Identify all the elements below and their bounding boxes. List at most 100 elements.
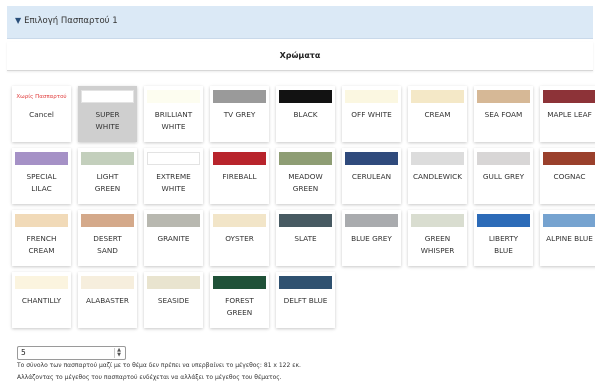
color-swatch [543, 214, 595, 227]
color-name-line1: OYSTER [225, 234, 254, 243]
color-tile[interactable]: SEASIDE [144, 272, 203, 328]
color-name-line2: WHITE [161, 184, 186, 193]
color-tile[interactable]: COGNAC [540, 148, 595, 204]
color-name: BRILLIANT WHITE [144, 109, 203, 133]
color-name: ALPINE BLUE [540, 233, 595, 245]
color-tile[interactable]: GULL GREY [474, 148, 533, 204]
color-name-line2: GREEN [226, 308, 253, 317]
color-tile[interactable]: OFF WHITE [342, 86, 401, 142]
color-name: LIGHT GREEN [78, 171, 137, 195]
color-name-line1: SLATE [294, 234, 317, 243]
color-tile[interactable]: TV GREY [210, 86, 269, 142]
color-tile[interactable]: DELFT BLUE [276, 272, 335, 328]
color-swatch [147, 152, 200, 165]
color-name-line1: BLUE GREY [351, 234, 392, 243]
accordion-title: ▼ Επιλογή Πασπαρτού 1 [15, 16, 118, 26]
color-name-line1: GULL GREY [482, 172, 525, 181]
color-tile[interactable]: LIGHT GREEN [78, 148, 137, 204]
color-swatch [15, 276, 68, 289]
color-name-line1: LIGHT [96, 172, 119, 181]
quantity-stepper[interactable]: 5 ▲ ▼ [17, 346, 126, 360]
color-tile[interactable]: CHANTILLY [12, 272, 71, 328]
color-name: LIBERTY BLUE [474, 233, 533, 257]
color-name-line1: CANDLEWICK [412, 172, 463, 181]
color-tile[interactable]: FRENCH CREAM [12, 210, 71, 266]
color-tile[interactable]: GRANITE [144, 210, 203, 266]
color-tile[interactable]: GREEN WHISPER [408, 210, 467, 266]
color-tile[interactable]: MAPLE LEAF [540, 86, 595, 142]
color-swatch [279, 90, 332, 103]
size-change-note: Αλλάζοντας το μέγεθος του πασπαρτού ενδέ… [17, 374, 282, 381]
color-name: FRENCH CREAM [12, 233, 71, 257]
color-tile[interactable]: CERULEAN [342, 148, 401, 204]
color-swatch [147, 90, 200, 103]
color-tile[interactable]: BLACK [276, 86, 335, 142]
color-tile[interactable]: BRILLIANT WHITE [144, 86, 203, 142]
color-name-line1: EXTREME [156, 172, 191, 181]
color-name: DESERT SAND [78, 233, 137, 257]
color-name-line1: BLACK [293, 110, 318, 119]
color-tile[interactable]: SPECIAL LILAC [12, 148, 71, 204]
color-name-line1: BRILLIANT [154, 110, 193, 119]
color-name: GULL GREY [474, 171, 533, 183]
color-name-line1: SEA FOAM [484, 110, 523, 119]
color-name-line1: MAPLE LEAF [547, 110, 592, 119]
color-tile[interactable]: DESERT SAND [78, 210, 137, 266]
color-name: BLUE GREY [342, 233, 401, 245]
color-tile[interactable]: FOREST GREEN [210, 272, 269, 328]
section-title: Χρώματα [7, 42, 593, 71]
color-swatch [345, 152, 398, 165]
color-swatch [213, 152, 266, 165]
color-name-line1: DESERT [93, 234, 122, 243]
color-name: BLACK [276, 109, 335, 121]
color-name-line2: GREEN [94, 184, 121, 193]
color-tile[interactable]: CREAM [408, 86, 467, 142]
color-name-line1: ALPINE BLUE [546, 234, 593, 243]
color-name-line1: MEADOW [288, 172, 323, 181]
color-tile[interactable]: ALPINE BLUE [540, 210, 595, 266]
chevron-down-icon: ▼ [15, 16, 22, 25]
color-swatch [15, 214, 68, 227]
color-swatch [543, 152, 595, 165]
color-name-line2: GREEN [292, 184, 319, 193]
color-name: CERULEAN [342, 171, 401, 183]
color-tile[interactable]: OYSTER [210, 210, 269, 266]
color-swatch [279, 152, 332, 165]
color-swatch [147, 214, 200, 227]
color-tile[interactable]: BLUE GREY [342, 210, 401, 266]
color-name: Cancel [12, 109, 71, 121]
color-name: MAPLE LEAF [540, 109, 595, 121]
spinner-arrows-icon[interactable]: ▲ ▼ [114, 348, 123, 358]
color-swatch [81, 90, 134, 103]
color-swatch [345, 90, 398, 103]
accordion-header[interactable]: ▼ Επιλογή Πασπαρτού 1 [7, 6, 593, 39]
color-tile[interactable]: SEA FOAM [474, 86, 533, 142]
color-swatch [411, 214, 464, 227]
color-name-line1: SUPER [95, 110, 120, 119]
color-tile[interactable]: SLATE [276, 210, 335, 266]
color-name: SLATE [276, 233, 335, 245]
color-tile[interactable]: FIREBALL [210, 148, 269, 204]
color-name: SPECIAL LILAC [12, 171, 71, 195]
color-name: SEASIDE [144, 295, 203, 307]
color-name-line1: COGNAC [553, 172, 586, 181]
color-name: OYSTER [210, 233, 269, 245]
color-name-line1: CERULEAN [351, 172, 392, 181]
color-name-line1: CHANTILLY [21, 296, 62, 305]
color-tile[interactable]: MEADOW GREEN [276, 148, 335, 204]
color-swatch [81, 152, 134, 165]
color-name-line1: GREEN [424, 234, 451, 243]
color-name-line1: LIBERTY [488, 234, 519, 243]
color-swatch [543, 90, 595, 103]
color-name-line1: FIREBALL [222, 172, 257, 181]
color-tile[interactable]: CANDLEWICK [408, 148, 467, 204]
color-swatch [213, 214, 266, 227]
quantity-value: 5 [21, 348, 26, 357]
color-tile[interactable]: SUPER WHITE [78, 86, 137, 142]
color-tile[interactable]: LIBERTY BLUE [474, 210, 533, 266]
color-tile[interactable]: EXTREME WHITE [144, 148, 203, 204]
color-name: SEA FOAM [474, 109, 533, 121]
color-tile[interactable]: ALABASTER [78, 272, 137, 328]
color-tile[interactable]: Χωρίς Πασπαρτού Cancel [12, 86, 71, 142]
color-name: FOREST GREEN [210, 295, 269, 319]
